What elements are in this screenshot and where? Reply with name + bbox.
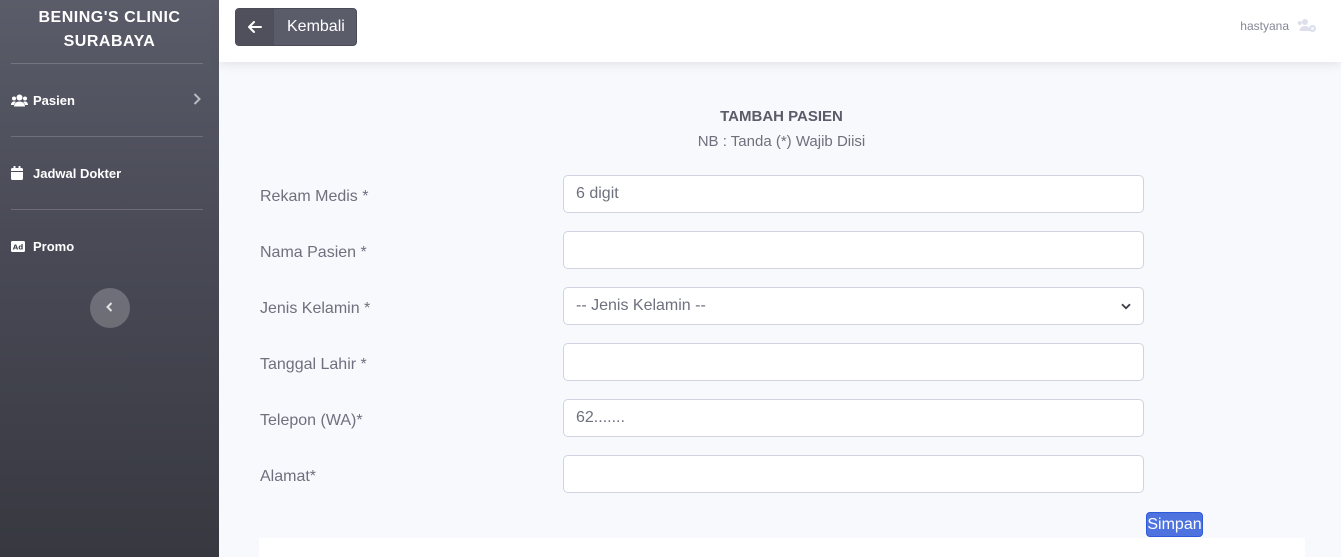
alamat-label: Alamat* — [260, 468, 317, 485]
jenis-kelamin-selected: -- Jenis Kelamin -- — [576, 297, 706, 314]
form-note: NB : Tanda (*) Wajib Diisi — [697, 133, 866, 150]
rekam-medis-input[interactable] — [563, 175, 1144, 213]
sidebar-item-label: Jadwal Dokter — [33, 165, 122, 181]
field-row-telepon: Telepon (WA)* — [219, 399, 1341, 437]
field-row-alamat: Alamat* — [219, 455, 1341, 493]
sidebar-toggle-wrap — [0, 288, 219, 328]
save-button[interactable]: Simpan — [1146, 512, 1203, 537]
tanggal-lahir-label: Tanggal Lahir * — [260, 356, 367, 373]
field-row-nama-pasien: Nama Pasien * — [219, 231, 1341, 269]
users-cog-icon — [1297, 18, 1317, 33]
brand-line-1: BENING'S CLINIC — [38, 8, 181, 26]
sidebar: BENING'S CLINIC SURABAYA Pasien Jadwal D… — [0, 0, 219, 557]
jenis-kelamin-select[interactable]: -- Jenis Kelamin -- — [563, 287, 1144, 325]
form-title: TAMBAH PASIEN — [720, 108, 843, 125]
user-menu[interactable]: hastyana — [1240, 18, 1317, 33]
ad-icon: Ad — [11, 240, 29, 252]
calendar-icon — [11, 166, 29, 180]
svg-text:Ad: Ad — [13, 243, 23, 251]
rekam-medis-label: Rekam Medis * — [260, 188, 369, 205]
back-button[interactable]: Kembali — [235, 8, 357, 46]
sidebar-item-promo[interactable]: Ad Promo — [0, 210, 219, 282]
nama-pasien-input[interactable] — [563, 231, 1144, 269]
telepon-label: Telepon (WA)* — [260, 412, 363, 429]
topbar: Kembali hastyana — [219, 0, 1341, 62]
users-icon — [11, 94, 29, 107]
username: hastyana — [1240, 18, 1289, 33]
sidebar-item-jadwal-dokter[interactable]: Jadwal Dokter — [0, 137, 219, 209]
alamat-input[interactable] — [563, 455, 1144, 493]
sidebar-item-label: Promo — [33, 238, 75, 254]
chevron-right-icon — [193, 92, 201, 108]
nama-pasien-label: Nama Pasien * — [260, 244, 367, 261]
field-row-jenis-kelamin: Jenis Kelamin * -- Jenis Kelamin -- — [219, 287, 1341, 325]
back-button-label: Kembali — [287, 18, 345, 35]
arrow-left-icon — [236, 9, 274, 45]
tanggal-lahir-input[interactable] — [563, 343, 1144, 381]
bottom-card — [259, 538, 1305, 557]
sidebar-item-label: Pasien — [33, 92, 75, 108]
jenis-kelamin-label: Jenis Kelamin * — [260, 300, 371, 317]
sidebar-toggle-button[interactable] — [89, 288, 130, 328]
chevron-left-icon — [106, 299, 113, 317]
chevron-down-icon — [1121, 303, 1131, 310]
field-row-rekam-medis: Rekam Medis * — [219, 175, 1341, 213]
brand-line-2: SURABAYA — [63, 32, 156, 50]
sidebar-brand[interactable]: BENING'S CLINIC SURABAYA — [0, 0, 219, 63]
sidebar-item-pasien[interactable]: Pasien — [0, 64, 219, 136]
main-content: TAMBAH PASIEN NB : Tanda (*) Wajib Diisi… — [219, 62, 1341, 557]
telepon-input[interactable] — [563, 399, 1144, 437]
field-row-tanggal-lahir: Tanggal Lahir * — [219, 343, 1341, 381]
